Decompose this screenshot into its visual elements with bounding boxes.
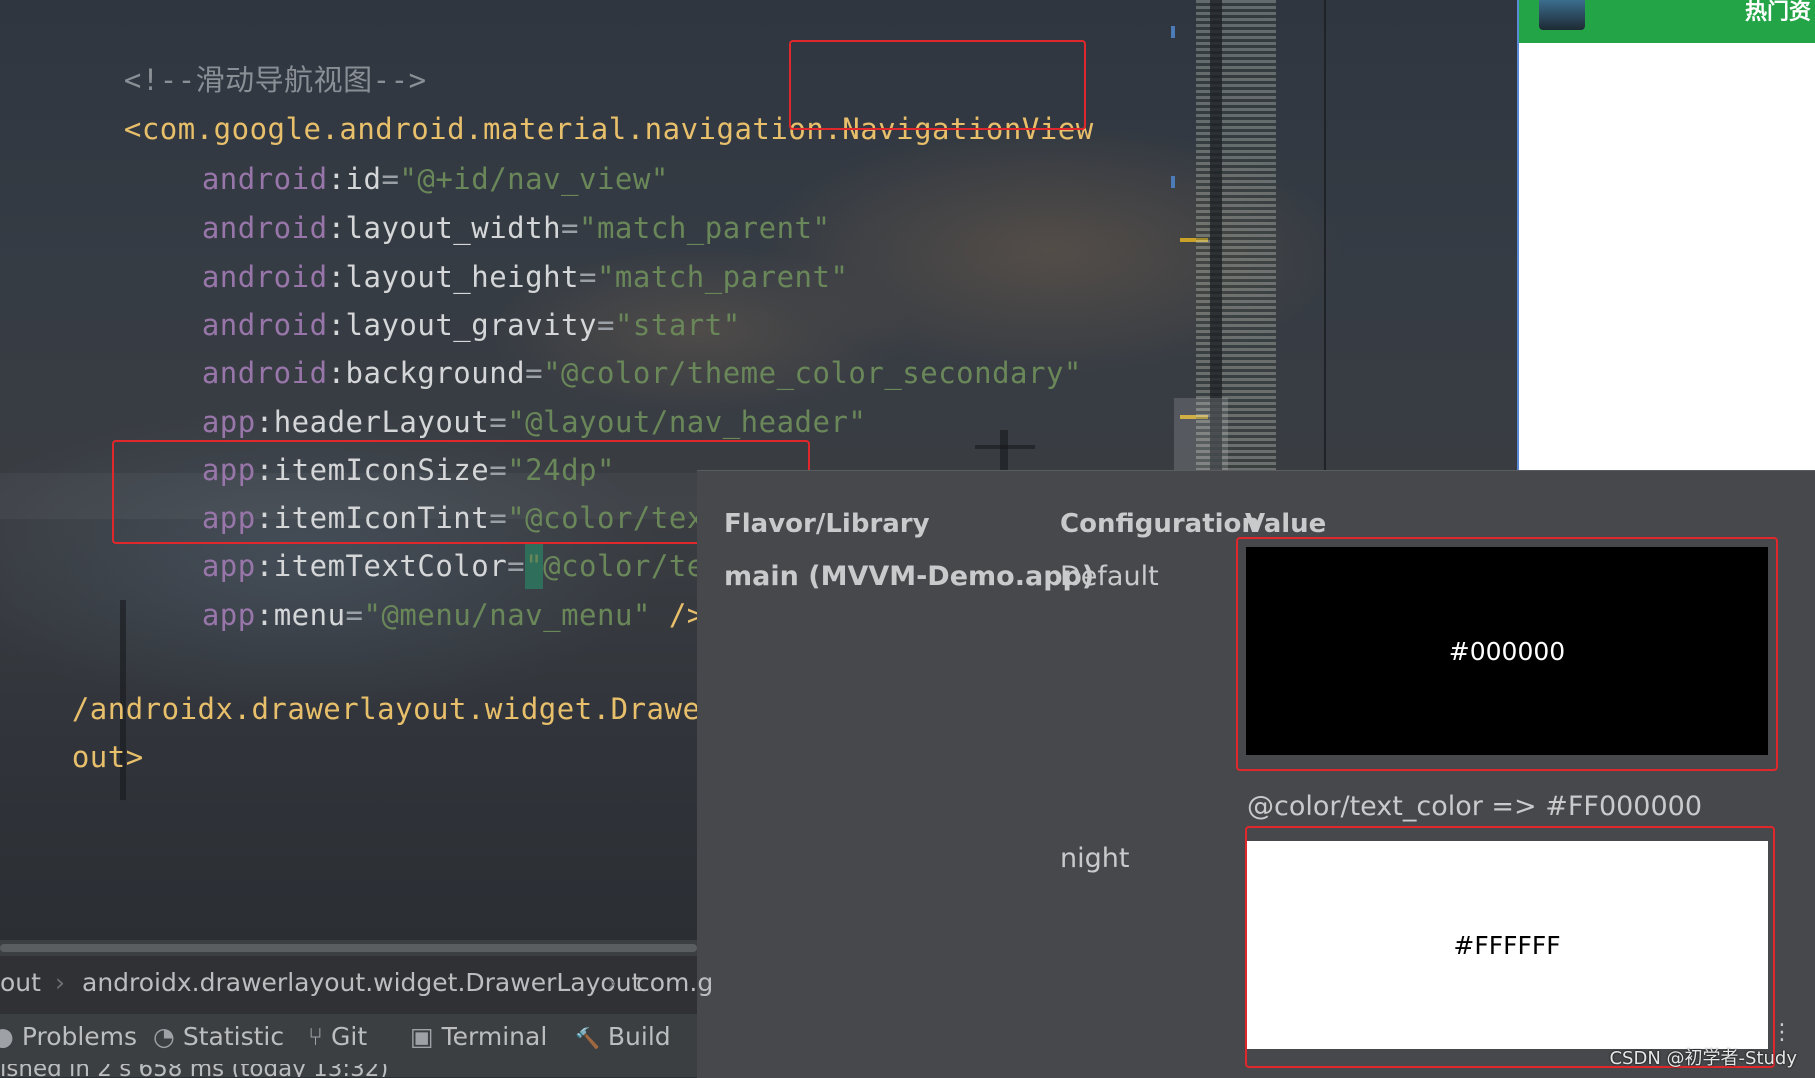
more-options-icon[interactable]: ⋮ — [1771, 1022, 1793, 1044]
tool-window-bar: ● Problems ◔ Statistic ⑂ Git ▣ Terminal 🔨 Bui… — [0, 1014, 697, 1064]
attr-value: "@menu/nav_menu" — [363, 598, 651, 632]
status-bar: ished in 2 s 658 ms (today 13:32) — [0, 1064, 697, 1077]
terminal-icon: ▣ — [410, 1022, 434, 1051]
color-resource-popup[interactable]: Flavor/Library Configuration Value main … — [697, 470, 1815, 1078]
header-flavor-library: Flavor/Library — [724, 509, 930, 539]
tool-terminal[interactable]: ▣ Terminal — [410, 1022, 547, 1051]
change-marker[interactable] — [1171, 26, 1175, 38]
change-marker[interactable] — [1171, 176, 1175, 188]
tool-git[interactable]: ⑂ Git — [308, 1022, 367, 1051]
breadcrumb-item[interactable]: com.g — [636, 968, 713, 997]
tool-label: Build — [607, 1022, 671, 1051]
closing-tag-end: out> — [71, 740, 144, 774]
breadcrumb-item[interactable]: out — [0, 968, 41, 997]
avatar — [1539, 0, 1585, 30]
attr-name: :menu — [255, 598, 346, 632]
library-name: main (MVVM-Demo.app) — [724, 561, 1095, 592]
status-text: ished in 2 s 658 ms (today 13:32) — [0, 1064, 389, 1077]
statistic-icon: ◔ — [153, 1022, 175, 1051]
build-icon: 🔨 — [575, 1026, 600, 1050]
highlight-box-night-swatch — [1245, 826, 1775, 1068]
closing-tag: /androidx.drawerlayout.widget.DrawerLay — [71, 692, 773, 726]
tool-label: Terminal — [441, 1022, 548, 1051]
tool-label: Git — [331, 1022, 368, 1051]
tool-statistic[interactable]: ◔ Statistic — [153, 1022, 284, 1051]
config-night: night — [1060, 843, 1130, 874]
code-line-14: out> — [0, 688, 144, 826]
watermark: CSDN @初学者-Study — [1609, 1048, 1797, 1069]
highlight-box-default-swatch — [1236, 537, 1778, 771]
attr-equals: = — [345, 598, 364, 632]
tool-label: Statistic — [182, 1022, 285, 1051]
config-default: Default — [1060, 561, 1159, 592]
header-configuration: Configuration — [1060, 509, 1260, 539]
problems-icon: ● — [0, 1022, 14, 1051]
breadcrumb-separator: › — [607, 968, 617, 997]
preview-header: 热门资 — [1519, 0, 1815, 43]
header-value: Value — [1245, 509, 1327, 539]
tool-label: Problems — [21, 1022, 138, 1051]
preview-title: 热门资 — [1744, 0, 1811, 25]
tool-problems[interactable]: ● Problems — [0, 1022, 137, 1051]
breadcrumb-separator: › — [55, 968, 65, 997]
layout-preview[interactable]: 热门资 — [1517, 0, 1815, 470]
breadcrumb-item[interactable]: androidx.drawerlayout.widget.DrawerLayou… — [82, 968, 641, 997]
minimap-viewport[interactable] — [1174, 398, 1228, 470]
tool-build[interactable]: 🔨 Build — [575, 1022, 671, 1051]
highlight-box-navigationview — [789, 40, 1086, 130]
editor-divider — [1324, 0, 1326, 470]
scrollbar-thumb[interactable] — [0, 944, 697, 952]
attr-namespace: app — [201, 598, 256, 632]
breadcrumb: out › androidx.drawerlayout.widget.Drawe… — [0, 956, 713, 1014]
resolved-value: @color/text_color => #FF000000 — [1247, 791, 1703, 822]
git-icon: ⑂ — [308, 1022, 324, 1051]
